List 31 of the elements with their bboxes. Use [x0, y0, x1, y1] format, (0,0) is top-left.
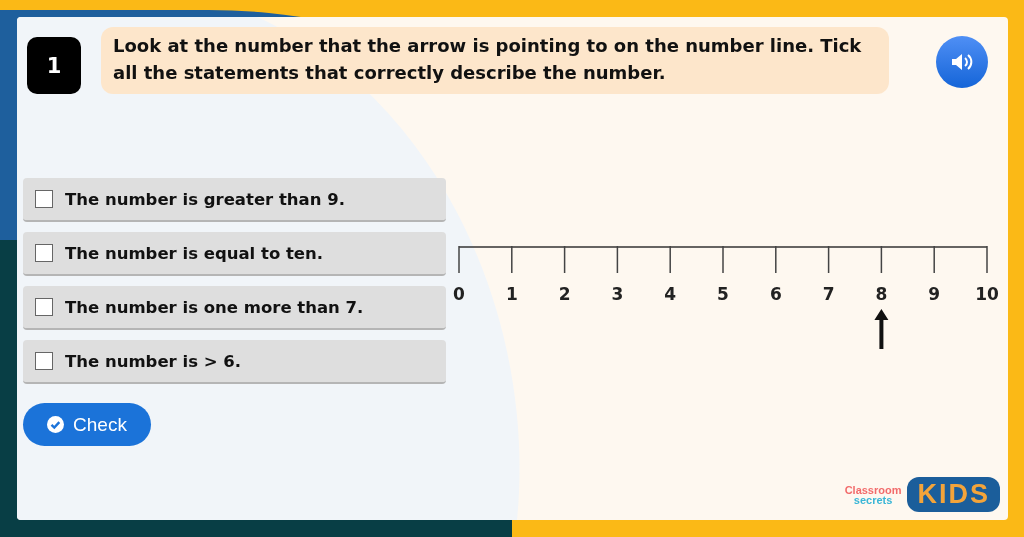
check-button[interactable]: Check — [23, 403, 151, 446]
number-label: 10 — [975, 284, 999, 304]
checkbox[interactable] — [35, 244, 53, 262]
number-label: 5 — [717, 284, 729, 304]
check-circle-icon — [47, 416, 65, 433]
number-label: 0 — [453, 284, 465, 304]
number-label: 4 — [664, 284, 677, 304]
up-arrow — [874, 309, 889, 349]
statement-text: The number is > 6. — [65, 351, 242, 371]
question-number: 1 — [27, 37, 81, 94]
statement-option[interactable]: The number is > 6. — [23, 340, 446, 384]
number-label: 2 — [558, 284, 571, 304]
statement-option[interactable]: The number is equal to ten. — [23, 232, 446, 276]
checkbox[interactable] — [35, 352, 53, 370]
speaker-icon[interactable] — [936, 36, 988, 88]
number-label: 8 — [875, 284, 888, 304]
statement-text: The number is greater than 9. — [65, 189, 345, 209]
statement-text: The number is one more than 7. — [65, 297, 364, 317]
statement-option[interactable]: The number is one more than 7. — [23, 286, 446, 330]
number-label: 6 — [769, 284, 782, 304]
number-label: 3 — [611, 284, 624, 304]
checkbox[interactable] — [35, 190, 53, 208]
number-label: 7 — [822, 284, 835, 304]
question-text: Look at the number that the arrow is pointing to on the number line. Tick all the statements that correctly describe the number. — [101, 27, 889, 94]
number-label: 1 — [505, 284, 518, 304]
number-label: 9 — [928, 284, 941, 304]
logo: Classroom secrets — [844, 484, 902, 505]
statement-text: The number is equal to ten. — [65, 243, 324, 263]
logo-badge: KIDS — [907, 477, 1000, 512]
checkbox[interactable] — [35, 298, 53, 316]
statement-option[interactable]: The number is greater than 9. — [23, 178, 446, 222]
